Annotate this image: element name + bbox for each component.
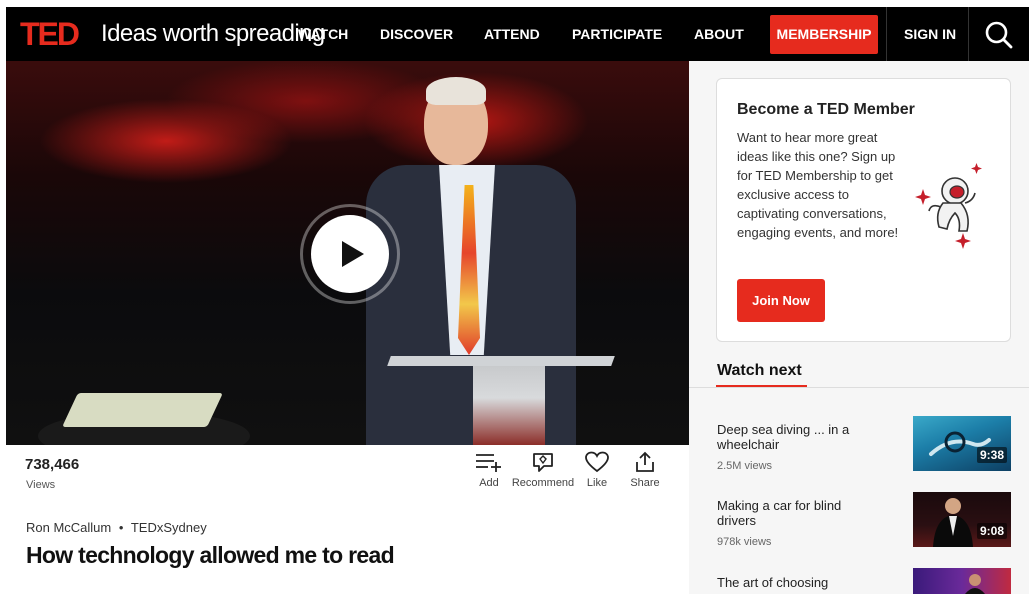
view-count-label: Views [26, 479, 56, 491]
recommend-label: Recommend [511, 477, 575, 489]
nav-about[interactable]: ABOUT [694, 7, 744, 61]
speaker-separator: • [118, 520, 124, 535]
watch-next-item-views: 978k views [717, 536, 772, 548]
watch-next-item-title[interactable]: Deep sea diving ... in a wheelchair [717, 422, 867, 452]
membership-card-body: Want to hear more great ideas like this … [737, 130, 899, 240]
sign-in-link[interactable]: SIGN IN [904, 7, 956, 61]
recommend-icon [533, 453, 553, 472]
video-player[interactable] [6, 61, 689, 445]
watch-next-item[interactable]: The art of choosing [717, 568, 1017, 594]
heart-icon [585, 451, 609, 473]
watch-next-duration: 9:38 [976, 447, 1007, 463]
join-now-button[interactable]: Join Now [737, 279, 825, 322]
play-button[interactable] [300, 204, 400, 304]
share-label: Share [630, 477, 660, 489]
nav-attend[interactable]: ATTEND [484, 7, 540, 61]
nav-watch[interactable]: WATCH [298, 7, 348, 61]
nav-divider [968, 7, 969, 61]
watch-next-item-views: 2.5M views [717, 460, 773, 472]
lectern [473, 366, 545, 445]
add-to-list-icon [476, 454, 501, 472]
tagline[interactable]: Ideas worth spreading [101, 19, 325, 49]
watch-next-thumbnail[interactable]: 9:08 [913, 492, 1011, 547]
event-name[interactable]: TEDxSydney [131, 520, 207, 535]
like-label: Like [586, 477, 608, 489]
view-count: 738,466 [25, 456, 80, 473]
share-button[interactable]: Share [628, 451, 662, 489]
speaker-line: Ron McCallum • TEDxSydney [26, 520, 207, 535]
talk-title: How technology allowed me to read [26, 542, 395, 568]
play-icon [342, 241, 364, 267]
watch-next-item[interactable]: Deep sea diving ... in a wheelchair 2.5M… [717, 416, 1017, 480]
search-icon[interactable] [984, 20, 1014, 50]
astronaut-illustration [915, 163, 982, 249]
lectern-top [387, 356, 615, 366]
speaker-name[interactable]: Ron McCallum [26, 520, 111, 535]
speaker-thumbnail-image [965, 574, 985, 594]
add-label: Add [479, 477, 499, 489]
nav-discover[interactable]: DISCOVER [380, 7, 453, 61]
watch-next-underline [716, 385, 807, 387]
speaker-hair [426, 77, 486, 105]
membership-button[interactable]: MEMBERSHIP [770, 15, 878, 54]
add-button[interactable]: Add [472, 451, 506, 489]
watch-next-duration: 9:08 [976, 523, 1007, 539]
nav-divider [886, 7, 887, 61]
watch-next-thumbnail[interactable] [913, 568, 1011, 594]
watch-next-thumbnail[interactable]: 9:38 [913, 416, 1011, 471]
watch-next-divider [689, 387, 1029, 388]
watch-next-item[interactable]: Making a car for blind drivers 978k view… [717, 492, 1017, 556]
ted-logo[interactable]: TED [20, 17, 80, 51]
recommend-button[interactable]: Recommend [511, 451, 575, 489]
watch-next-item-title[interactable]: Making a car for blind drivers [717, 498, 867, 528]
membership-card: Become a TED Member Want to hear more gr… [716, 78, 1011, 342]
membership-card-title: Become a TED Member [737, 101, 915, 118]
top-nav: TED Ideas worth spreading WATCH DISCOVER… [6, 7, 1029, 61]
nav-participate[interactable]: PARTICIPATE [572, 7, 662, 61]
braille-device [62, 393, 223, 427]
top-strip [0, 0, 1029, 7]
watch-next-tab[interactable]: Watch next [717, 362, 802, 380]
like-button[interactable]: Like [582, 451, 612, 489]
share-icon [636, 451, 654, 472]
play-button-circle[interactable] [311, 215, 389, 293]
watch-next-item-title[interactable]: The art of choosing [717, 575, 867, 590]
